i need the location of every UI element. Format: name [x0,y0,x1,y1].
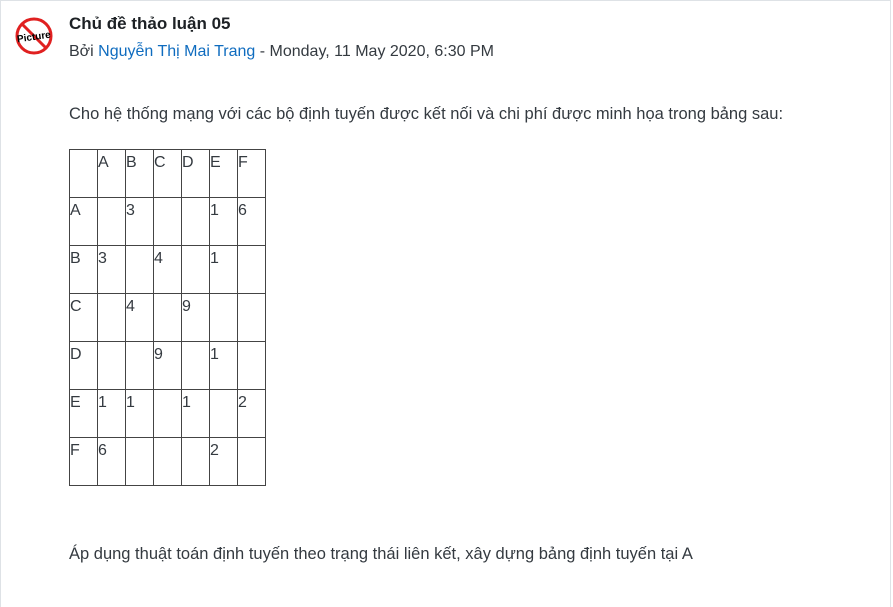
table-row: E1112 [69,389,266,438]
table-header-cell: D [181,149,210,198]
table-cell [125,245,154,294]
table-cell: 1 [97,389,126,438]
table-cell [181,341,210,390]
table-cell: 1 [209,341,238,390]
author-link[interactable]: Nguyễn Thị Mai Trang [98,43,255,60]
table-row-label: C [69,293,98,342]
table-cell [237,437,266,486]
table-header-cell: E [209,149,238,198]
table-header-row: ABCDEF [69,149,266,198]
table-header-cell: A [97,149,126,198]
post-title: Chủ đề thảo luận 05 [69,14,231,33]
table-cell [97,293,126,342]
table-cell [153,437,182,486]
routing-cost-table: ABCDEFA316B341C49D91E1112F62 [69,149,266,486]
post-intro-text: Cho hệ thống mạng với các bộ định tuyến … [69,105,784,123]
table-header-cell: B [125,149,154,198]
table-cell [181,197,210,246]
table-cell [181,437,210,486]
table-cell [237,341,266,390]
table-row-label: F [69,437,98,486]
table-cell [181,245,210,294]
table-cell: 3 [125,197,154,246]
table-cell: 4 [153,245,182,294]
post-byline: Bởi Nguyễn Thị Mai Trang - Monday, 11 Ma… [69,43,494,61]
table-cell: 9 [181,293,210,342]
table-header-cell [69,149,98,198]
no-picture-icon: Picture [15,17,53,55]
forum-post: Picture Chủ đề thảo luận 05 Bởi Nguyễn T… [0,0,891,607]
table-cell [125,341,154,390]
table-cell [209,293,238,342]
table-cell [237,293,266,342]
table-cell: 6 [237,197,266,246]
table-row-label: B [69,245,98,294]
table-cell: 3 [97,245,126,294]
post-date: Monday, 11 May 2020, 6:30 PM [269,43,494,60]
table-row: D 91 [69,341,266,390]
table-cell: 1 [125,389,154,438]
table-row-label: D [69,341,98,390]
table-cell [125,437,154,486]
table-row-label: A [69,197,98,246]
table-cell [237,245,266,294]
avatar[interactable]: Picture [13,17,55,55]
table-cell [209,389,238,438]
table-cell [97,197,126,246]
table-cell: 6 [97,437,126,486]
table-cell: 2 [209,437,238,486]
table-cell: 1 [209,197,238,246]
date-separator: - [259,43,266,60]
table-cell [153,197,182,246]
table-cell: 1 [209,245,238,294]
table-row: F6 2 [69,437,266,486]
table-cell: 4 [125,293,154,342]
byline-prefix: Bởi [69,43,94,60]
table-row: B341 [69,245,266,294]
table-header-cell: F [237,149,266,198]
table-cell [97,341,126,390]
table-row: C49 [69,293,266,342]
table-cell: 2 [237,389,266,438]
post-question-text: Áp dụng thuật toán định tuyến theo trạng… [69,545,693,563]
table-cell: 9 [153,341,182,390]
table-row: A3 16 [69,197,266,246]
table-cell: 1 [181,389,210,438]
table-header-cell: C [153,149,182,198]
table-cell [153,389,182,438]
table-row-label: E [69,389,98,438]
table-cell [153,293,182,342]
